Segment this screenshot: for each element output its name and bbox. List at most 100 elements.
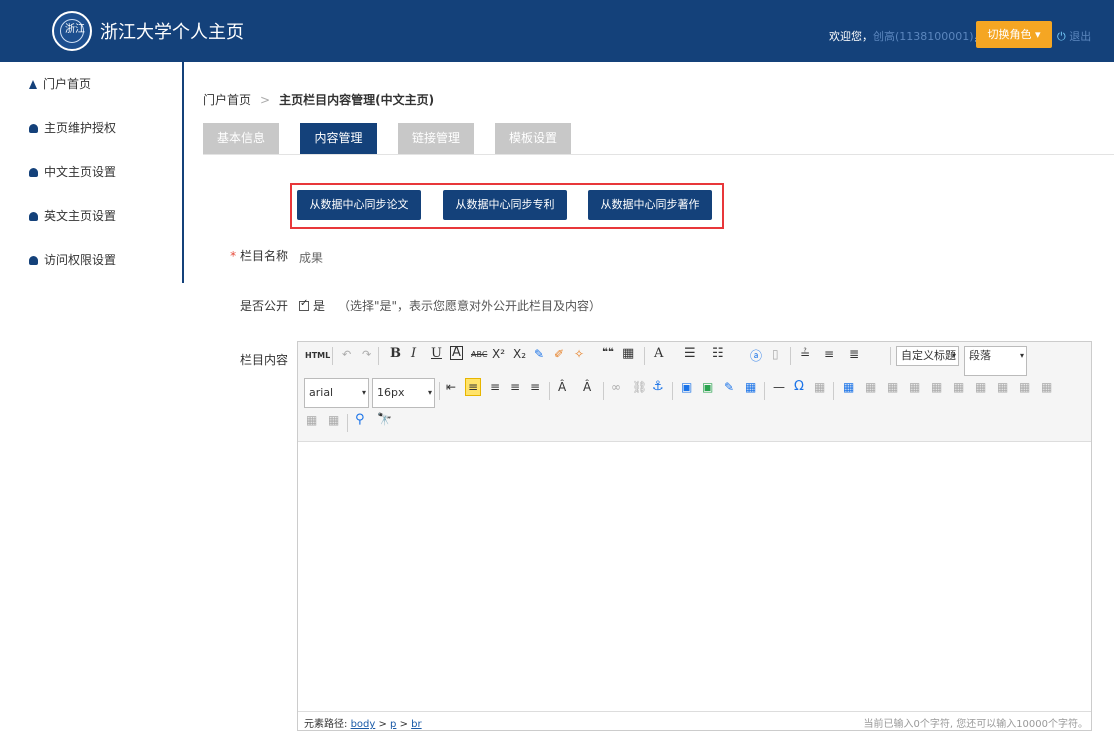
split-cols-icon[interactable]: ▦ — [328, 413, 339, 427]
merge-right-icon[interactable]: ▦ — [1019, 380, 1030, 394]
align-center-icon[interactable]: ≡ — [490, 380, 500, 394]
sync-papers-button[interactable]: 从数据中心同步论文 — [297, 190, 421, 220]
path-br-link[interactable]: br — [411, 719, 421, 730]
undo-icon[interactable]: ↶ — [342, 348, 351, 361]
auto-typeset-icon[interactable]: ✧ — [574, 347, 584, 361]
font-color-icon[interactable]: A — [654, 346, 663, 361]
bold-icon[interactable]: B — [390, 346, 401, 361]
format-painter-icon[interactable]: ✐ — [554, 347, 564, 361]
line-height-icon[interactable]: ≡ — [824, 347, 834, 361]
toolbar-separator — [347, 414, 348, 432]
rich-text-editor[interactable]: HTML ↶ ↷ B I U A ABC X² X₂ ✎ ✐ ✧ ❝❝ ▦ A … — [297, 341, 1092, 731]
strikethrough-icon[interactable]: ABC — [471, 350, 487, 359]
multi-image-icon[interactable]: ▣ — [702, 380, 713, 394]
search-replace-icon[interactable]: 🔭 — [377, 412, 392, 426]
subscript-icon[interactable]: X₂ — [513, 347, 526, 361]
sidebar: 门户首页 主页维护授权 中文主页设置 英文主页设置 访问权限设置 — [0, 62, 184, 283]
align-left-icon[interactable]: ≡ — [465, 378, 482, 396]
insert-frame-icon[interactable]: ▦ — [745, 380, 756, 394]
remove-format-icon[interactable]: ✎ — [534, 347, 544, 361]
anchor-icon[interactable]: ⚓ — [652, 379, 664, 394]
link-icon[interactable]: ∞ — [611, 380, 621, 394]
logout-link[interactable]: ⏻ 退出 — [1057, 28, 1091, 44]
underline-icon[interactable]: U — [431, 346, 442, 361]
tab-basic-info[interactable]: 基本信息 — [203, 123, 279, 154]
font-size-select[interactable]: 16px ▾ — [372, 378, 435, 408]
page-icon[interactable]: ▯ — [772, 347, 779, 361]
delete-row-icon[interactable]: ▦ — [931, 380, 942, 394]
logout-label: 退出 — [1069, 30, 1092, 43]
sidebar-item-portal-home[interactable]: 门户首页 — [0, 62, 182, 106]
unordered-list-icon[interactable]: ☷ — [712, 346, 724, 361]
blockquote-icon[interactable]: ❝❝ — [602, 347, 614, 358]
switch-role-button[interactable]: 切换角色 ▾ — [976, 21, 1052, 48]
user-icon — [29, 168, 38, 177]
paragraph-select[interactable]: 段落 ▾ — [964, 346, 1027, 376]
path-separator: > — [396, 719, 412, 730]
logo-text: 浙江 — [65, 24, 85, 35]
sidebar-item-chinese-homepage-settings[interactable]: 中文主页设置 — [0, 150, 182, 194]
html-source-button[interactable]: HTML — [305, 351, 330, 360]
editor-toolbar: HTML ↶ ↷ B I U A ABC X² X₂ ✎ ✐ ✧ ❝❝ ▦ A … — [298, 342, 1091, 442]
preview-icon[interactable]: ⚲ — [355, 412, 365, 427]
font-family-value: arial — [309, 386, 334, 399]
column-name-value: 成果 — [299, 251, 324, 265]
path-body-link[interactable]: body — [351, 719, 376, 730]
delete-col-icon[interactable]: ▦ — [975, 380, 986, 394]
merge-cells-icon[interactable]: ▦ — [997, 380, 1008, 394]
toolbar-separator — [439, 382, 440, 400]
direction-ltr-icon[interactable]: ⇤ — [446, 380, 456, 394]
sidebar-item-homepage-authorization[interactable]: 主页维护授权 — [0, 106, 182, 150]
align-right-icon[interactable]: ≡ — [510, 380, 520, 394]
attachment-icon[interactable]: ✎ — [724, 380, 734, 394]
user-name-link[interactable]: 创高(1138100001) — [873, 30, 974, 43]
italic-icon[interactable]: I — [411, 346, 416, 361]
insert-row-icon[interactable]: ▦ — [909, 380, 920, 394]
delete-table-icon[interactable]: ▦ — [887, 380, 898, 394]
heading-style-select[interactable]: 自定义标题 ▾ — [896, 346, 959, 366]
uppercase-icon[interactable]: Â — [558, 380, 566, 394]
special-chars-icon[interactable]: Ω — [794, 379, 804, 394]
lowercase-icon[interactable]: Â — [583, 380, 591, 394]
sidebar-item-access-permission-settings[interactable]: 访问权限设置 — [0, 238, 182, 282]
redo-icon[interactable]: ↷ — [362, 348, 371, 361]
text-indent-icon[interactable]: ≣ — [849, 347, 859, 361]
tab-divider — [203, 154, 1114, 155]
font-family-select[interactable]: arial ▾ — [304, 378, 369, 408]
horizontal-rule-icon[interactable]: — — [773, 380, 785, 394]
insert-code-icon[interactable]: ▦ — [814, 380, 825, 394]
tab-template-settings[interactable]: 模板设置 — [495, 123, 571, 154]
insert-table-icon[interactable]: ▦ — [843, 380, 854, 394]
paragraph-spacing-icon[interactable]: ≟ — [800, 347, 810, 361]
chevron-down-icon: ▾ — [427, 388, 432, 397]
sync-books-button[interactable]: 从数据中心同步著作 — [588, 190, 712, 220]
element-path: 元素路径: body > p > br — [304, 715, 422, 730]
superscript-icon[interactable]: X² — [492, 347, 505, 361]
column-name-label-text: 栏目名称 — [239, 249, 288, 263]
split-rows-icon[interactable]: ▦ — [306, 413, 317, 427]
breadcrumb: 门户首页 > 主页栏目内容管理(中文主页) — [203, 91, 434, 108]
align-justify-icon[interactable]: ≡ — [530, 380, 540, 394]
font-border-icon[interactable]: A — [450, 346, 463, 360]
paste-plain-icon[interactable]: ▦ — [622, 346, 634, 361]
public-option[interactable]: 是 — [299, 297, 325, 314]
breadcrumb-home-link[interactable]: 门户首页 — [203, 93, 251, 107]
sync-patents-button[interactable]: 从数据中心同步专利 — [443, 190, 567, 220]
tab-link-management[interactable]: 链接管理 — [398, 123, 474, 154]
sidebar-item-label: 访问权限设置 — [44, 253, 117, 267]
sidebar-item-english-homepage-settings[interactable]: 英文主页设置 — [0, 194, 182, 238]
ordered-list-icon[interactable]: ☰ — [684, 346, 696, 361]
insert-anchor-icon[interactable]: ⓐ — [750, 347, 762, 364]
tab-content-management[interactable]: 内容管理 — [300, 123, 377, 154]
site-title[interactable]: 浙江大学个人主页 — [100, 18, 244, 44]
table-before-icon[interactable]: ▦ — [865, 380, 876, 394]
required-mark: * — [230, 249, 237, 263]
toolbar-separator — [603, 382, 604, 400]
user-icon — [29, 212, 38, 221]
insert-image-icon[interactable]: ▣ — [681, 380, 692, 394]
insert-col-icon[interactable]: ▦ — [953, 380, 964, 394]
unlink-icon[interactable]: ⛓ — [632, 380, 647, 394]
welcome-prefix: 欢迎您， — [829, 30, 873, 43]
public-checkbox[interactable] — [299, 298, 309, 311]
merge-down-icon[interactable]: ▦ — [1041, 380, 1052, 394]
